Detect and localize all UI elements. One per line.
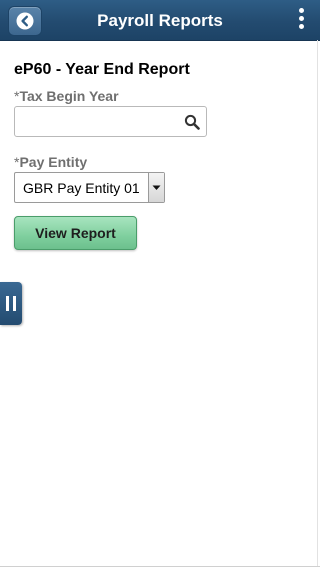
chevron-left-icon (16, 12, 34, 30)
side-panel-toggle[interactable] (0, 282, 22, 325)
kebab-menu-icon[interactable] (294, 8, 308, 34)
dropdown-button[interactable] (148, 173, 164, 202)
pay-entity-label-text: Pay Entity (19, 154, 88, 170)
chevron-down-icon (152, 185, 161, 190)
bottom-divider (0, 566, 320, 567)
report-title: eP60 - Year End Report (14, 61, 190, 78)
scrollbar-track (317, 40, 318, 566)
header-bar: Payroll Reports (0, 0, 320, 41)
pay-entity-selected-value: GBR Pay Entity 01 (23, 180, 140, 196)
back-button[interactable] (8, 6, 42, 36)
tax-begin-year-input[interactable] (19, 111, 183, 134)
tax-begin-year-field (14, 106, 207, 137)
pay-entity-select[interactable]: GBR Pay Entity 01 (14, 172, 165, 203)
tax-begin-year-label-text: Tax Begin Year (19, 88, 119, 104)
tax-begin-year-label: *Tax Begin Year (14, 88, 119, 104)
pay-entity-label: *Pay Entity (14, 154, 87, 170)
view-report-button[interactable]: View Report (14, 216, 137, 250)
page-title: Payroll Reports (97, 11, 223, 30)
search-icon[interactable] (184, 114, 200, 130)
